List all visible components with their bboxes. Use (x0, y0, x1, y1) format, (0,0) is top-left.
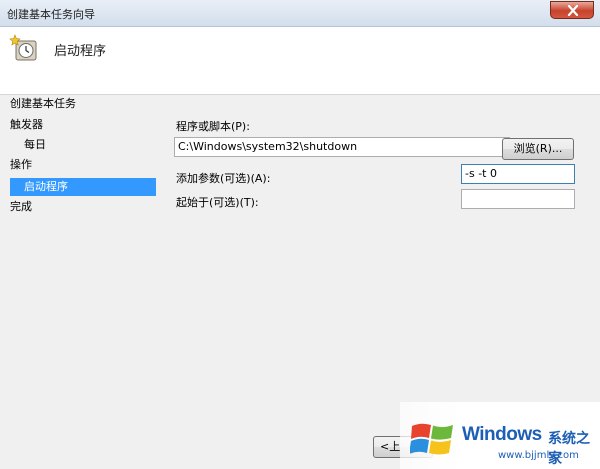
sidebar-item-daily[interactable]: 每日 (24, 136, 46, 154)
close-button[interactable] (550, 1, 594, 19)
watermark-title: Windows (462, 424, 542, 445)
arguments-label: 添加参数(可选)(A): (176, 172, 271, 185)
watermark-site-name: 系统之家 (548, 431, 590, 467)
windows-logo-icon (410, 423, 453, 455)
sidebar-item-create-basic-task[interactable]: 创建基本任务 (10, 95, 76, 113)
window-title: 创建基本任务向导 (7, 8, 95, 21)
watermark-url: www.bjjmlv.com (498, 450, 579, 461)
wizard-sidebar: 创建基本任务 触发器 每日 操作 启动程序 完成 (0, 95, 160, 469)
sidebar-item-start-program[interactable]: 启动程序 (10, 178, 156, 196)
watermark: Windows 系统之家 www.bjjmlv.com (400, 402, 600, 469)
close-icon (567, 5, 579, 16)
wizard-window: 创建基本任务向导 启动程序 创建基本任务 触发器 每日 操作 启动程序 完成 程… (0, 0, 600, 469)
program-script-input[interactable]: C:\Windows\system32\shutdown (174, 137, 510, 157)
task-clock-icon (9, 34, 37, 61)
title-bar: 创建基本任务向导 (0, 0, 600, 27)
sidebar-item-finish[interactable]: 完成 (10, 198, 32, 216)
start-in-input[interactable] (461, 189, 575, 209)
page-title: 启动程序 (54, 44, 107, 59)
sidebar-item-action[interactable]: 操作 (10, 156, 32, 174)
sidebar-item-trigger[interactable]: 触发器 (10, 116, 43, 134)
start-in-label: 起始于(可选)(T): (176, 196, 259, 209)
arguments-input[interactable]: -s -t 0 (461, 164, 575, 184)
wizard-header: 启动程序 (0, 27, 600, 95)
program-script-label: 程序或脚本(P): (176, 120, 250, 133)
browse-button[interactable]: 浏览(R)... (502, 138, 574, 160)
